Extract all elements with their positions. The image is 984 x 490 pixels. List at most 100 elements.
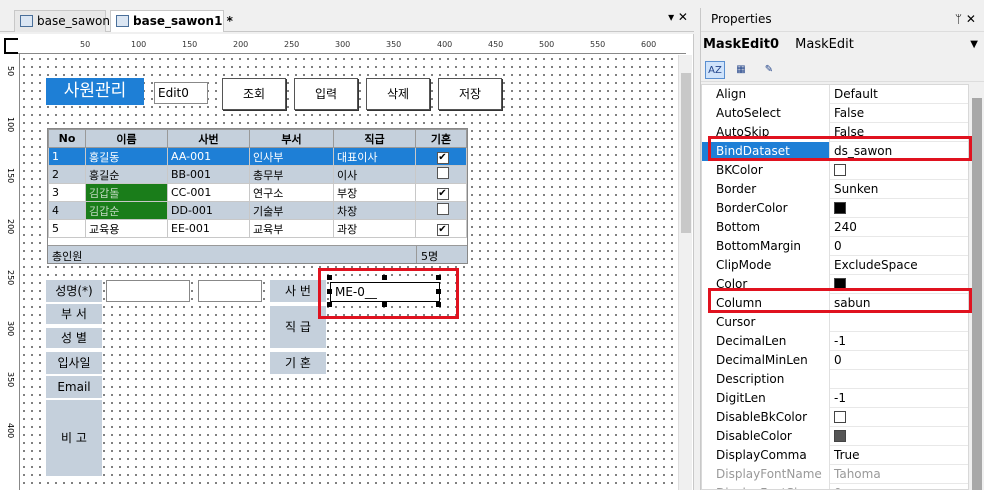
chevron-down-icon[interactable]: ▼ bbox=[970, 34, 978, 56]
categorized-icon[interactable]: ▦ bbox=[731, 61, 751, 79]
property-row[interactable]: BottomMargin 0 bbox=[702, 237, 968, 256]
property-row[interactable]: DecimalLen -1 bbox=[702, 332, 968, 351]
scroll-thumb[interactable] bbox=[972, 98, 982, 490]
tab-base-sawon[interactable]: base_sawon bbox=[14, 10, 110, 32]
property-value[interactable]: -1 bbox=[832, 389, 968, 408]
property-value[interactable]: ExcludeSpace bbox=[832, 256, 968, 275]
property-value[interactable]: Sunken bbox=[832, 180, 968, 199]
property-value[interactable]: Default bbox=[832, 85, 968, 104]
property-value[interactable] bbox=[832, 408, 968, 427]
ruler-tick-label: 500 bbox=[539, 40, 555, 49]
property-row[interactable]: DisableColor bbox=[702, 427, 968, 446]
property-value[interactable]: 0 bbox=[832, 237, 968, 256]
grid-header-rank[interactable]: 직급 bbox=[333, 129, 416, 148]
insert-button[interactable]: 입력 bbox=[294, 78, 358, 110]
property-row[interactable]: ClipMode ExcludeSpace bbox=[702, 256, 968, 275]
name2-input[interactable] bbox=[198, 280, 262, 302]
property-row[interactable]: AutoSelect False bbox=[702, 104, 968, 123]
grid-header-sabun[interactable]: 사번 bbox=[167, 129, 250, 148]
resize-handle[interactable] bbox=[382, 302, 387, 307]
pin-close-controls[interactable]: ᛘ ✕ bbox=[955, 8, 976, 30]
object-selector[interactable]: MaskEdit0 MaskEdit ▼ bbox=[701, 34, 984, 56]
resize-handle[interactable] bbox=[327, 289, 332, 294]
property-row[interactable]: Border Sunken bbox=[702, 180, 968, 199]
property-value[interactable]: True bbox=[832, 446, 968, 465]
name-input[interactable] bbox=[106, 280, 190, 302]
property-value[interactable]: 0 bbox=[832, 484, 968, 489]
property-row[interactable]: DecimalMinLen 0 bbox=[702, 351, 968, 370]
table-row[interactable]: 1 홍길동 AA-001 인사부 대표이사 ✔ bbox=[48, 147, 467, 166]
table-row[interactable]: 5 교육용 EE-001 교육부 과장 ✔ bbox=[48, 219, 467, 238]
designer-vertical-scrollbar[interactable] bbox=[678, 55, 692, 490]
color-swatch-icon[interactable] bbox=[834, 201, 846, 214]
color-swatch-icon[interactable] bbox=[834, 429, 846, 442]
ruler-tick-label: 300 bbox=[6, 321, 15, 337]
property-row[interactable]: DisplayFontSize0 bbox=[702, 484, 968, 489]
grid-header-dept[interactable]: 부서 bbox=[249, 129, 334, 148]
property-value[interactable] bbox=[832, 427, 968, 446]
property-pages-icon[interactable]: ✎ bbox=[759, 61, 779, 79]
property-value[interactable]: Tahoma bbox=[832, 465, 968, 484]
checkbox[interactable]: ✔ bbox=[436, 187, 449, 200]
save-button[interactable]: 저장 bbox=[438, 78, 502, 110]
grid-header-no[interactable]: No bbox=[48, 129, 86, 148]
tab-base-sawon1[interactable]: base_sawon1 * bbox=[110, 10, 233, 32]
label-name: 성명(*) bbox=[46, 280, 102, 302]
property-row[interactable]: DisplayComma True bbox=[702, 446, 968, 465]
scroll-thumb[interactable] bbox=[681, 73, 691, 233]
property-row[interactable]: DisableBkColor bbox=[702, 408, 968, 427]
resize-handle[interactable] bbox=[436, 302, 441, 307]
property-name: Description bbox=[702, 370, 830, 389]
property-row[interactable]: Description bbox=[702, 370, 968, 389]
cell-dept: 교육부 bbox=[249, 219, 334, 238]
resize-handle[interactable] bbox=[327, 275, 332, 280]
property-value[interactable]: 240 bbox=[832, 218, 968, 237]
table-row[interactable]: 4 김갑순 DD-001 기술부 차장 bbox=[48, 201, 467, 220]
tab-close-controls[interactable]: ▾ ✕ bbox=[668, 10, 688, 24]
property-row[interactable]: Cursor bbox=[702, 313, 968, 332]
checkbox[interactable] bbox=[436, 167, 449, 179]
ruler-tick-label: 400 bbox=[6, 423, 15, 439]
property-row[interactable]: BorderColor bbox=[702, 199, 968, 218]
cell-name: 홍길순 bbox=[85, 165, 168, 184]
resize-handle[interactable] bbox=[436, 275, 441, 280]
resize-handle[interactable] bbox=[382, 275, 387, 280]
property-row[interactable]: DisplayFontName Tahoma bbox=[702, 465, 968, 484]
color-swatch-icon[interactable] bbox=[834, 410, 846, 423]
sort-alpha-icon[interactable]: AZ bbox=[705, 61, 725, 79]
table-row[interactable]: 2 홍길순 BB-001 총무부 이사 bbox=[48, 165, 467, 184]
property-row[interactable]: DigitLen -1 bbox=[702, 389, 968, 408]
property-row[interactable]: Bottom 240 bbox=[702, 218, 968, 237]
color-swatch-icon[interactable] bbox=[834, 163, 846, 176]
property-name: Align bbox=[702, 85, 830, 104]
property-name: DisableColor bbox=[702, 427, 830, 446]
edit0-input[interactable]: Edit0 bbox=[154, 82, 208, 104]
cell-no: 2 bbox=[48, 165, 86, 184]
delete-button[interactable]: 삭제 bbox=[366, 78, 430, 110]
checkbox[interactable]: ✔ bbox=[436, 151, 449, 164]
resize-handle[interactable] bbox=[436, 289, 441, 294]
property-value[interactable]: -1 bbox=[832, 332, 968, 351]
employee-grid[interactable]: No 이름 사번 부서 직급 기혼 1 홍길동 AA-001 인사부 대표이사 … bbox=[47, 128, 468, 264]
checkbox[interactable] bbox=[436, 203, 449, 215]
property-value[interactable] bbox=[832, 313, 968, 332]
property-value[interactable] bbox=[832, 199, 968, 218]
property-value[interactable]: 0 bbox=[832, 351, 968, 370]
property-value[interactable] bbox=[832, 161, 968, 180]
resize-handle[interactable] bbox=[327, 302, 332, 307]
property-row[interactable]: BKColor bbox=[702, 161, 968, 180]
search-button[interactable]: 조회 bbox=[222, 78, 286, 110]
cell-name: 홍길동 bbox=[85, 147, 168, 166]
column-highlight bbox=[708, 288, 972, 313]
grid-header-married[interactable]: 기혼 bbox=[415, 129, 467, 148]
checkbox[interactable]: ✔ bbox=[436, 223, 449, 236]
table-row[interactable]: 3 김갑돌 CC-001 연구소 부장 ✔ bbox=[48, 183, 467, 202]
grid-header-name[interactable]: 이름 bbox=[85, 129, 168, 148]
property-value[interactable]: False bbox=[832, 104, 968, 123]
property-name: DisplayFontSize bbox=[702, 484, 830, 489]
mask-edit-field[interactable]: ME-0__ bbox=[330, 282, 440, 302]
property-row[interactable]: Align Default bbox=[702, 85, 968, 104]
property-value[interactable] bbox=[832, 370, 968, 389]
cell-rank: 이사 bbox=[333, 165, 416, 184]
ruler-tick-label: 100 bbox=[6, 117, 15, 133]
